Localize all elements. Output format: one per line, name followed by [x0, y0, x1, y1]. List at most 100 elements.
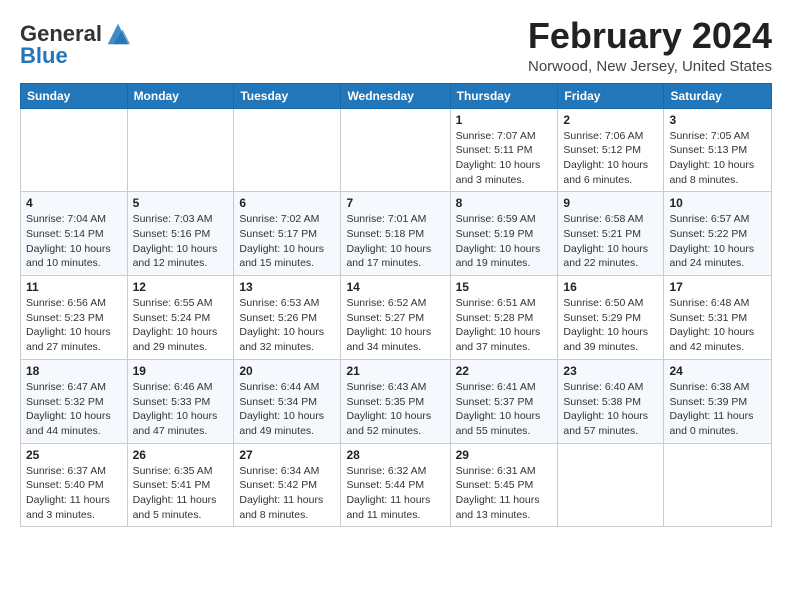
- day-info: Sunrise: 6:35 AMSunset: 5:41 PMDaylight:…: [133, 464, 229, 523]
- day-info: Sunrise: 6:56 AMSunset: 5:23 PMDaylight:…: [26, 296, 122, 355]
- calendar-cell: 16Sunrise: 6:50 AMSunset: 5:29 PMDayligh…: [558, 276, 664, 360]
- day-info: Sunrise: 6:52 AMSunset: 5:27 PMDaylight:…: [346, 296, 444, 355]
- day-number: 1: [456, 113, 553, 127]
- day-number: 19: [133, 364, 229, 378]
- calendar-cell: 10Sunrise: 6:57 AMSunset: 5:22 PMDayligh…: [664, 192, 772, 276]
- month-title: February 2024: [528, 16, 772, 56]
- calendar-week-1: 4 Sunrise: 7:04 AMSunset: 5:14 PMDaylight…: [21, 192, 772, 276]
- day-number: 13: [239, 280, 335, 294]
- calendar-cell: 7 Sunrise: 7:01 AMSunset: 5:18 PMDaylight…: [341, 192, 450, 276]
- calendar-cell: 9 Sunrise: 6:58 AMSunset: 5:21 PMDaylight…: [558, 192, 664, 276]
- title-block: February 2024 Norwood, New Jersey, Unite…: [528, 16, 772, 75]
- day-info: Sunrise: 7:04 AMSunset: 5:14 PMDaylight:…: [26, 212, 122, 271]
- calendar-cell: 3Sunrise: 7:05 AMSunset: 5:13 PMDaylight…: [664, 108, 772, 192]
- calendar-week-3: 18 Sunrise: 6:47 AMSunset: 5:32 PMDayligh…: [21, 359, 772, 443]
- calendar-cell: [664, 443, 772, 527]
- logo-icon: [104, 20, 132, 48]
- calendar-cell: 20 Sunrise: 6:44 AMSunset: 5:34 PMDayligh…: [234, 359, 341, 443]
- day-info: Sunrise: 6:41 AMSunset: 5:37 PMDaylight:…: [456, 380, 553, 439]
- calendar-cell: 18 Sunrise: 6:47 AMSunset: 5:32 PMDayligh…: [21, 359, 128, 443]
- day-number: 23: [563, 364, 658, 378]
- day-info: Sunrise: 6:43 AMSunset: 5:35 PMDaylight:…: [346, 380, 444, 439]
- calendar-header-row: SundayMondayTuesdayWednesdayThursdayFrid…: [21, 83, 772, 108]
- calendar-cell: 15 Sunrise: 6:51 AMSunset: 5:28 PMDayligh…: [450, 276, 558, 360]
- day-info: Sunrise: 6:48 AMSunset: 5:31 PMDaylight:…: [669, 296, 766, 355]
- calendar-cell: 24 Sunrise: 6:38 AMSunset: 5:39 PMDayligh…: [664, 359, 772, 443]
- calendar-cell: 4 Sunrise: 7:04 AMSunset: 5:14 PMDaylight…: [21, 192, 128, 276]
- day-number: 15: [456, 280, 553, 294]
- calendar-cell: 27 Sunrise: 6:34 AMSunset: 5:42 PMDayligh…: [234, 443, 341, 527]
- calendar-cell: 22 Sunrise: 6:41 AMSunset: 5:37 PMDayligh…: [450, 359, 558, 443]
- page: General Blue February 2024 Norwood, New …: [0, 0, 792, 543]
- day-number: 8: [456, 196, 553, 210]
- weekday-header-saturday: Saturday: [664, 83, 772, 108]
- day-number: 4: [26, 196, 122, 210]
- calendar-cell: 23 Sunrise: 6:40 AMSunset: 5:38 PMDayligh…: [558, 359, 664, 443]
- day-number: 11: [26, 280, 122, 294]
- day-number: 12: [133, 280, 229, 294]
- calendar-cell: 26 Sunrise: 6:35 AMSunset: 5:41 PMDayligh…: [127, 443, 234, 527]
- day-info: Sunrise: 6:37 AMSunset: 5:40 PMDaylight:…: [26, 464, 122, 523]
- calendar-cell: 21 Sunrise: 6:43 AMSunset: 5:35 PMDayligh…: [341, 359, 450, 443]
- day-number: 6: [239, 196, 335, 210]
- day-info: Sunrise: 6:51 AMSunset: 5:28 PMDaylight:…: [456, 296, 553, 355]
- day-info: Sunrise: 6:44 AMSunset: 5:34 PMDaylight:…: [239, 380, 335, 439]
- calendar-cell: 25 Sunrise: 6:37 AMSunset: 5:40 PMDayligh…: [21, 443, 128, 527]
- day-number: 24: [669, 364, 766, 378]
- calendar-cell: 8 Sunrise: 6:59 AMSunset: 5:19 PMDaylight…: [450, 192, 558, 276]
- day-info: Sunrise: 6:58 AMSunset: 5:21 PMDaylight:…: [563, 212, 658, 271]
- day-info: Sunrise: 6:31 AMSunset: 5:45 PMDaylight:…: [456, 464, 553, 523]
- calendar-cell: 28 Sunrise: 6:32 AMSunset: 5:44 PMDayligh…: [341, 443, 450, 527]
- header: General Blue February 2024 Norwood, New …: [20, 16, 772, 75]
- day-number: 28: [346, 448, 444, 462]
- day-info: Sunrise: 6:47 AMSunset: 5:32 PMDaylight:…: [26, 380, 122, 439]
- calendar-cell: 12 Sunrise: 6:55 AMSunset: 5:24 PMDayligh…: [127, 276, 234, 360]
- day-number: 21: [346, 364, 444, 378]
- day-info: Sunrise: 6:55 AMSunset: 5:24 PMDaylight:…: [133, 296, 229, 355]
- day-info: Sunrise: 7:06 AMSunset: 5:12 PMDaylight:…: [563, 129, 658, 188]
- calendar-week-4: 25 Sunrise: 6:37 AMSunset: 5:40 PMDayligh…: [21, 443, 772, 527]
- day-info: Sunrise: 7:02 AMSunset: 5:17 PMDaylight:…: [239, 212, 335, 271]
- calendar-cell: 19 Sunrise: 6:46 AMSunset: 5:33 PMDayligh…: [127, 359, 234, 443]
- day-number: 27: [239, 448, 335, 462]
- calendar-cell: 14 Sunrise: 6:52 AMSunset: 5:27 PMDayligh…: [341, 276, 450, 360]
- day-number: 7: [346, 196, 444, 210]
- calendar-cell: 11 Sunrise: 6:56 AMSunset: 5:23 PMDayligh…: [21, 276, 128, 360]
- day-info: Sunrise: 7:07 AMSunset: 5:11 PMDaylight:…: [456, 129, 553, 188]
- day-number: 16: [563, 280, 658, 294]
- day-info: Sunrise: 7:03 AMSunset: 5:16 PMDaylight:…: [133, 212, 229, 271]
- day-number: 20: [239, 364, 335, 378]
- day-number: 29: [456, 448, 553, 462]
- day-info: Sunrise: 7:05 AMSunset: 5:13 PMDaylight:…: [669, 129, 766, 188]
- calendar-table: SundayMondayTuesdayWednesdayThursdayFrid…: [20, 83, 772, 528]
- logo-text-blue: Blue: [20, 44, 68, 68]
- day-number: 9: [563, 196, 658, 210]
- day-info: Sunrise: 6:53 AMSunset: 5:26 PMDaylight:…: [239, 296, 335, 355]
- calendar-cell: [341, 108, 450, 192]
- calendar-cell: [234, 108, 341, 192]
- day-info: Sunrise: 6:59 AMSunset: 5:19 PMDaylight:…: [456, 212, 553, 271]
- day-number: 14: [346, 280, 444, 294]
- day-info: Sunrise: 6:46 AMSunset: 5:33 PMDaylight:…: [133, 380, 229, 439]
- calendar-cell: 29 Sunrise: 6:31 AMSunset: 5:45 PMDayligh…: [450, 443, 558, 527]
- day-info: Sunrise: 6:38 AMSunset: 5:39 PMDaylight:…: [669, 380, 766, 439]
- calendar-cell: [21, 108, 128, 192]
- calendar-week-2: 11 Sunrise: 6:56 AMSunset: 5:23 PMDayligh…: [21, 276, 772, 360]
- day-number: 26: [133, 448, 229, 462]
- day-number: 2: [563, 113, 658, 127]
- day-number: 22: [456, 364, 553, 378]
- calendar-week-0: 1 Sunrise: 7:07 AMSunset: 5:11 PMDaylight…: [21, 108, 772, 192]
- calendar-cell: [127, 108, 234, 192]
- weekday-header-thursday: Thursday: [450, 83, 558, 108]
- day-info: Sunrise: 6:32 AMSunset: 5:44 PMDaylight:…: [346, 464, 444, 523]
- day-number: 18: [26, 364, 122, 378]
- calendar-cell: 5 Sunrise: 7:03 AMSunset: 5:16 PMDaylight…: [127, 192, 234, 276]
- day-number: 5: [133, 196, 229, 210]
- day-info: Sunrise: 6:34 AMSunset: 5:42 PMDaylight:…: [239, 464, 335, 523]
- weekday-header-wednesday: Wednesday: [341, 83, 450, 108]
- day-info: Sunrise: 7:01 AMSunset: 5:18 PMDaylight:…: [346, 212, 444, 271]
- day-number: 25: [26, 448, 122, 462]
- day-info: Sunrise: 6:40 AMSunset: 5:38 PMDaylight:…: [563, 380, 658, 439]
- weekday-header-friday: Friday: [558, 83, 664, 108]
- calendar-cell: 13 Sunrise: 6:53 AMSunset: 5:26 PMDayligh…: [234, 276, 341, 360]
